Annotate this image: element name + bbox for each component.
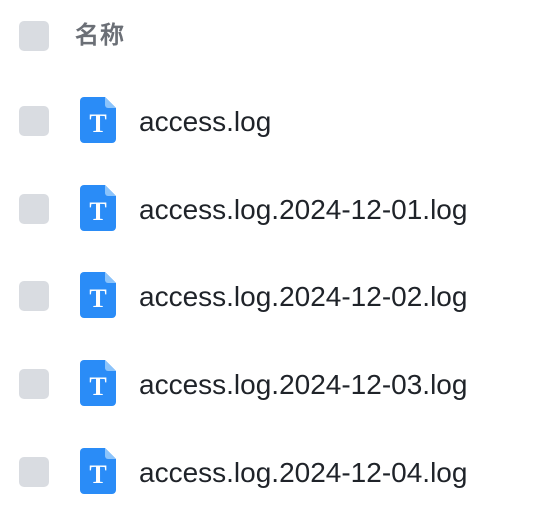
svg-text:T: T <box>89 284 106 313</box>
row-checkbox[interactable] <box>19 194 49 224</box>
text-file-icon: T <box>80 448 116 494</box>
file-name[interactable]: access.log.2024-12-01.log <box>139 193 467 227</box>
file-list: 名称 T access.log T access.log.2024-12-01.… <box>0 0 541 511</box>
text-file-icon: T <box>80 185 116 231</box>
file-name[interactable]: access.log.2024-12-04.log <box>139 456 467 490</box>
list-header: 名称 <box>0 6 541 66</box>
file-row[interactable]: T access.log.2024-12-01.log <box>0 180 541 240</box>
svg-text:T: T <box>89 372 106 401</box>
row-checkbox[interactable] <box>19 369 49 399</box>
svg-text:T: T <box>89 460 106 489</box>
row-checkbox[interactable] <box>19 281 49 311</box>
column-header-name: 名称 <box>75 22 125 49</box>
text-file-icon: T <box>80 97 116 143</box>
file-name[interactable]: access.log.2024-12-03.log <box>139 368 467 402</box>
file-row[interactable]: T access.log.2024-12-03.log <box>0 355 541 415</box>
svg-text:T: T <box>89 197 106 226</box>
file-name[interactable]: access.log <box>139 105 271 139</box>
file-row[interactable]: T access.log <box>0 92 541 152</box>
file-name[interactable]: access.log.2024-12-02.log <box>139 280 467 314</box>
row-checkbox[interactable] <box>19 457 49 487</box>
select-all-checkbox[interactable] <box>19 21 49 51</box>
file-row[interactable]: T access.log.2024-12-04.log <box>0 443 541 503</box>
file-row[interactable]: T access.log.2024-12-02.log <box>0 267 541 327</box>
text-file-icon: T <box>80 360 116 406</box>
text-file-icon: T <box>80 272 116 318</box>
row-checkbox[interactable] <box>19 106 49 136</box>
svg-text:T: T <box>89 109 106 138</box>
